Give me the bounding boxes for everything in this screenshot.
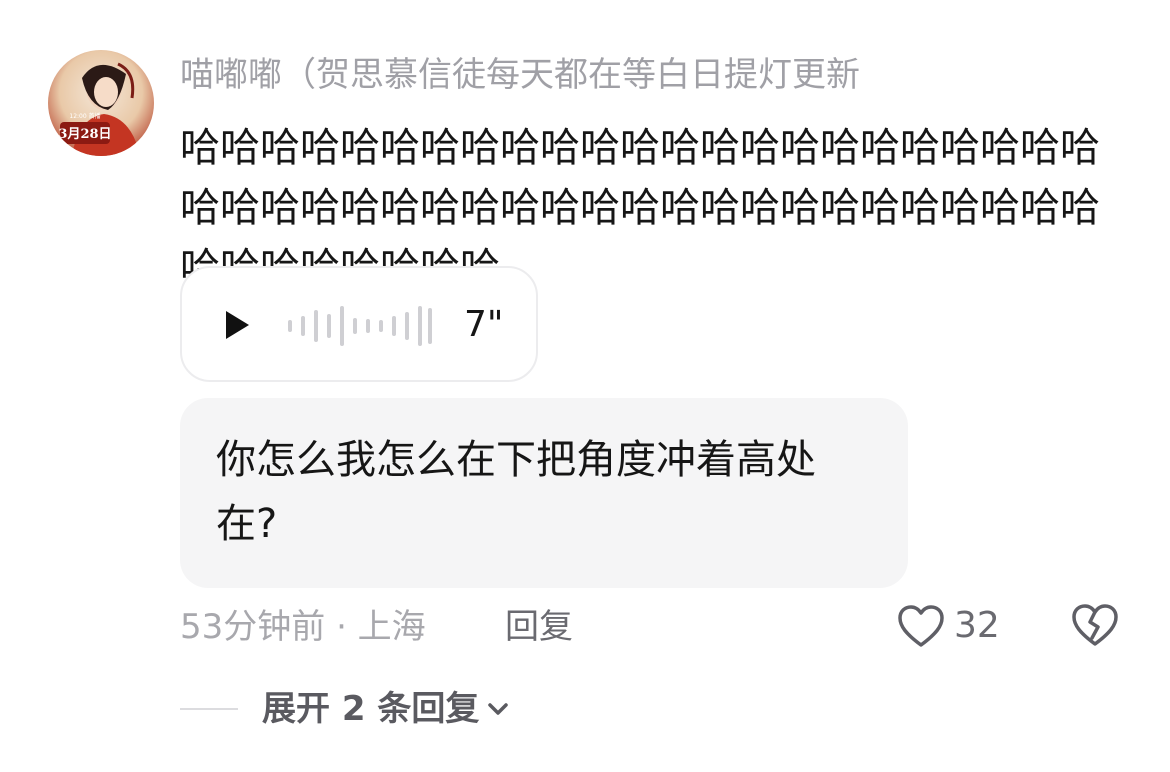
quoted-reply: 你怎么我怎么在下把角度冲着高处在? xyxy=(180,398,908,588)
avatar-date: 3月28日 xyxy=(58,127,111,142)
reply-button[interactable]: 回复 xyxy=(505,604,573,650)
like-button[interactable]: 32 xyxy=(896,602,1000,650)
play-icon[interactable] xyxy=(222,308,252,342)
waveform-icon xyxy=(288,306,432,346)
divider-line xyxy=(180,708,238,710)
voice-message[interactable]: 7" xyxy=(180,266,538,382)
expand-replies-label: 展开 2 条回复 xyxy=(262,689,480,729)
voice-duration: 7" xyxy=(464,304,504,345)
avatar[interactable]: 3月28日 12:00 首播 xyxy=(48,50,154,156)
avatar-time: 12:00 首播 xyxy=(69,112,100,120)
username[interactable]: 喵嘟嘟（贺思慕信徒每天都在等白日提灯更新 xyxy=(180,52,860,98)
broken-heart-icon[interactable] xyxy=(1070,602,1120,648)
comment-time-location: 53分钟前 · 上海 xyxy=(180,607,426,647)
like-count: 32 xyxy=(954,605,1000,646)
expand-replies-button[interactable]: 展开 2 条回复 xyxy=(262,686,509,732)
avatar-image: 3月28日 12:00 首播 xyxy=(48,50,154,156)
heart-icon[interactable] xyxy=(896,603,946,649)
chevron-down-icon xyxy=(488,703,509,715)
